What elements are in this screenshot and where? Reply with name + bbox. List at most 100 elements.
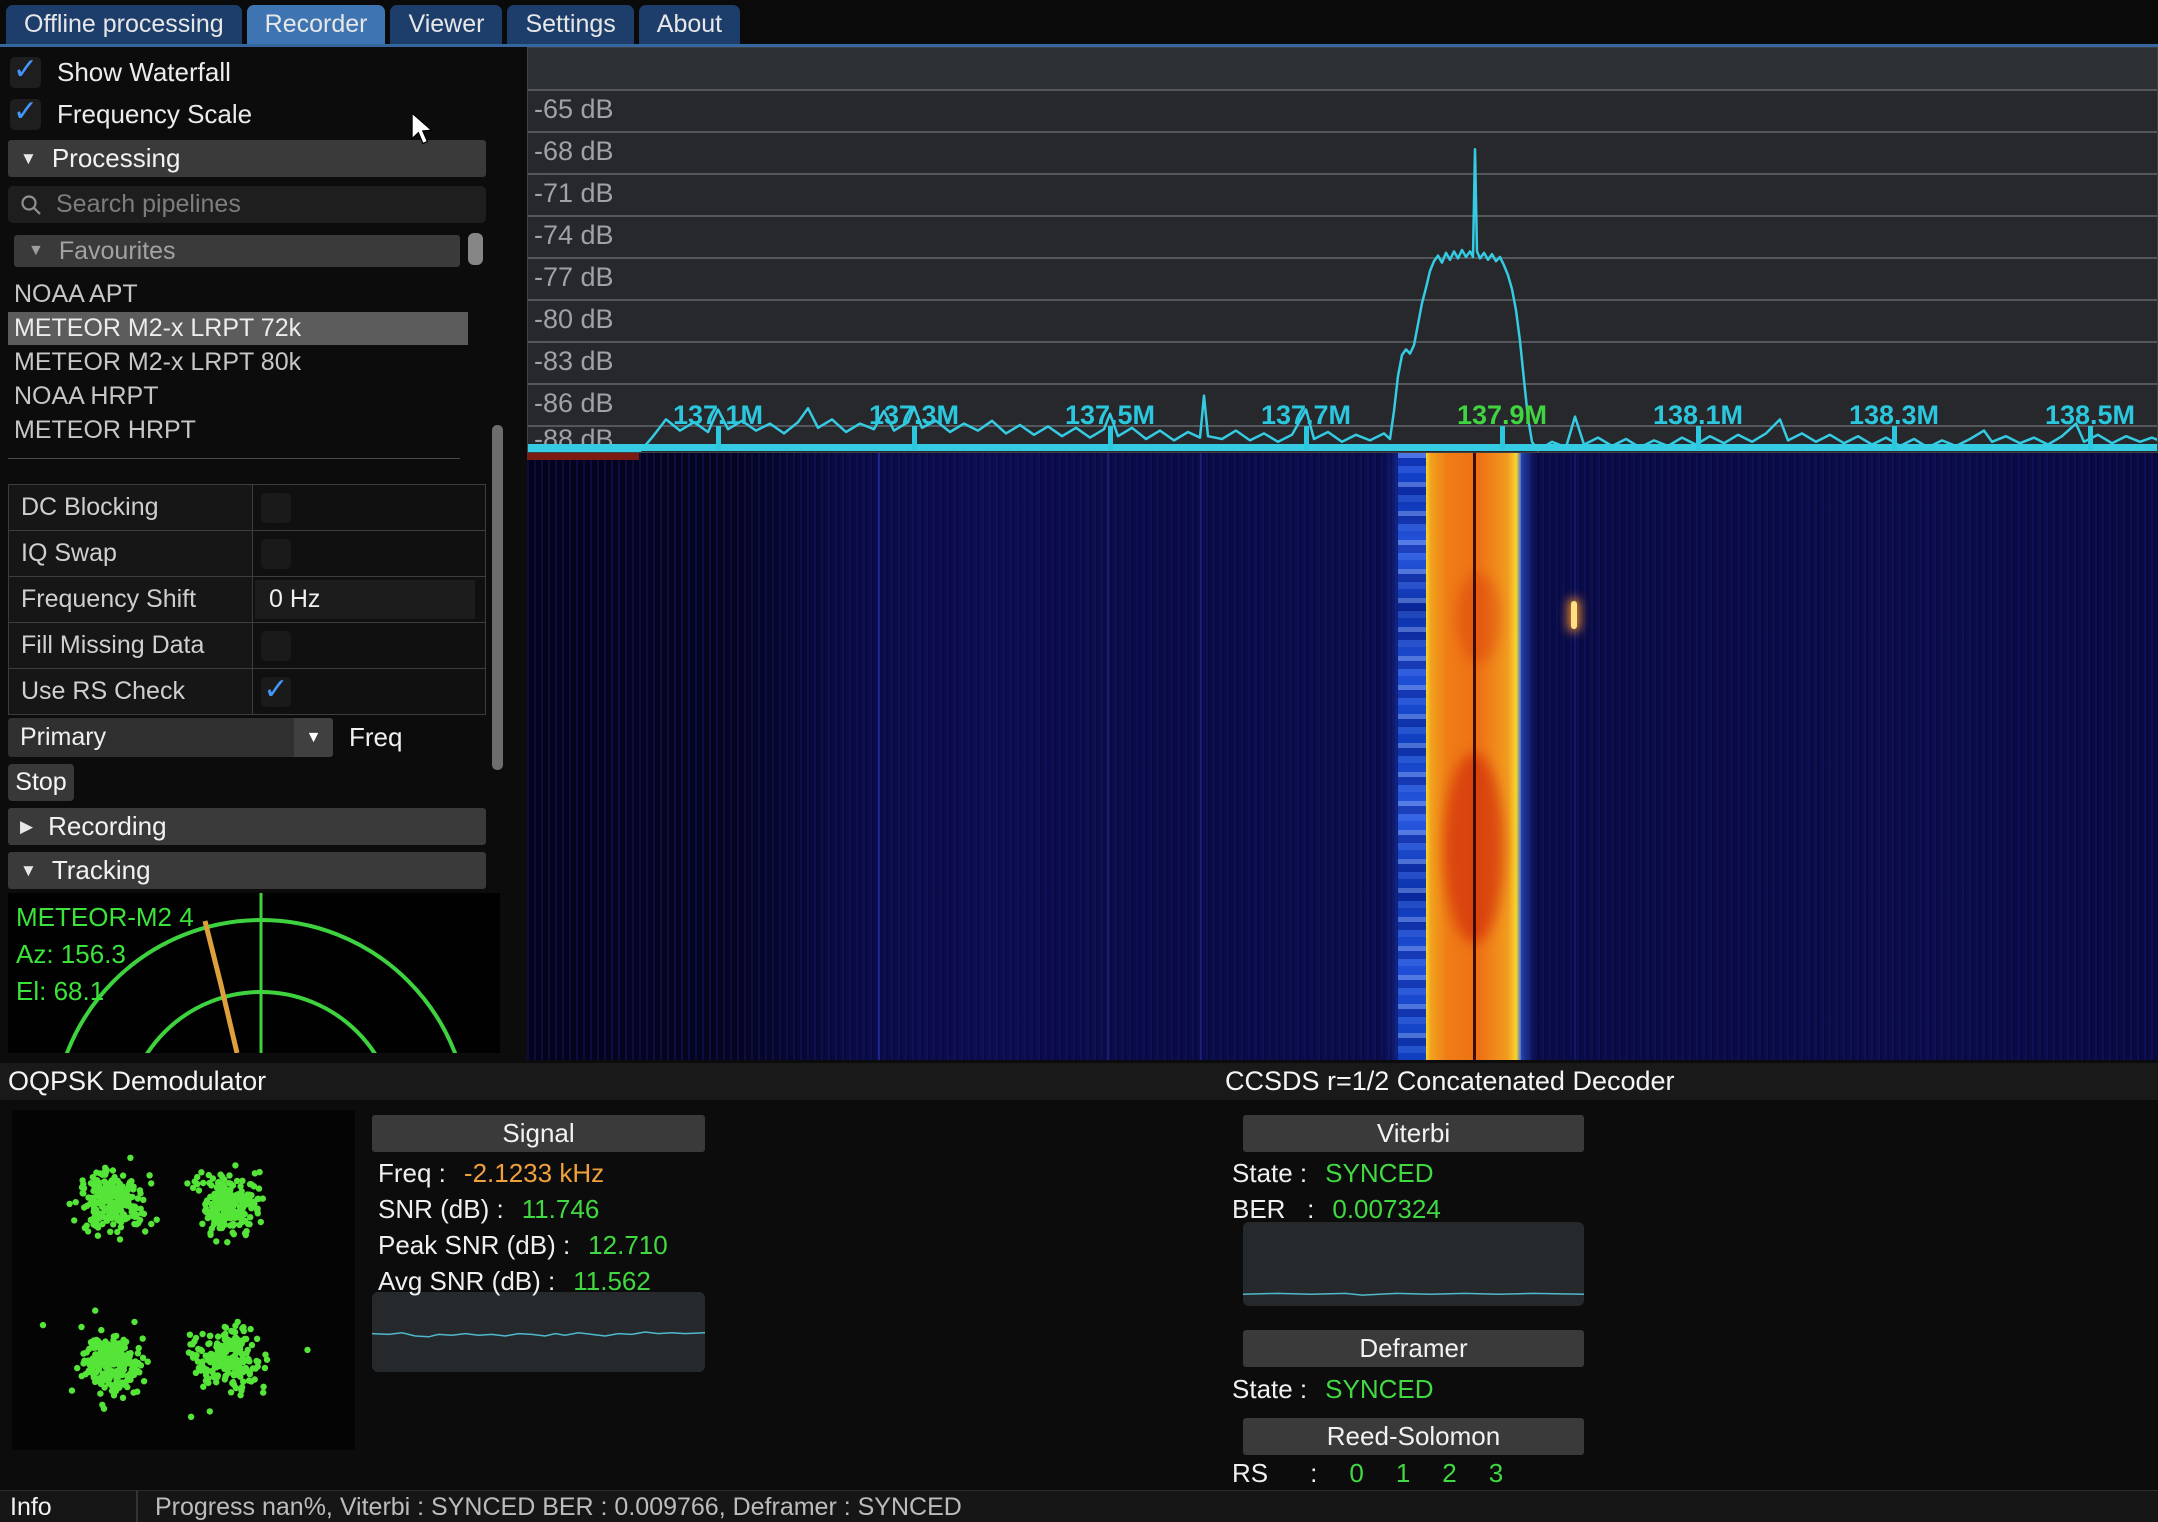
tracking-section-header[interactable]: ▼ Tracking bbox=[8, 852, 486, 889]
settings-label: Frequency Shift bbox=[9, 577, 253, 622]
reed-solomon-section-header: Reed-Solomon bbox=[1243, 1418, 1584, 1455]
rs-value: 3 bbox=[1489, 1458, 1503, 1488]
combo-arrow-button[interactable]: ▼ bbox=[294, 718, 333, 757]
search-icon bbox=[20, 194, 42, 216]
recording-header-label: Recording bbox=[48, 811, 167, 842]
tab-offline-processing[interactable]: Offline processing bbox=[6, 5, 242, 44]
processing-section-header[interactable]: ▼ Processing bbox=[8, 140, 486, 177]
settings-row: Frequency Shift0 Hz bbox=[9, 577, 485, 623]
rs-colon: : bbox=[1310, 1458, 1317, 1489]
waterfall-hot-blotch bbox=[1456, 573, 1501, 663]
signal-stat-value: 12.710 bbox=[588, 1230, 668, 1261]
frequency-scale-checkbox[interactable]: ✓ bbox=[10, 99, 41, 130]
pipeline-list-scrollbar[interactable] bbox=[468, 233, 483, 265]
source-select[interactable]: Primary ▼ bbox=[8, 718, 333, 757]
tab-settings[interactable]: Settings bbox=[507, 5, 633, 44]
fft-frequency-tick bbox=[1304, 426, 1309, 450]
signal-stat-value: 11.746 bbox=[522, 1194, 600, 1225]
tracking-header-label: Tracking bbox=[52, 855, 151, 886]
tracking-info: METEOR-M2 4 Az: 156.3 El: 68.1 bbox=[16, 899, 194, 1010]
satellite-track-line bbox=[205, 921, 237, 1053]
status-bar-divider bbox=[136, 1491, 138, 1522]
decoder-title: CCSDS r=1/2 Concatenated Decoder bbox=[1225, 1066, 1675, 1097]
tab-viewer[interactable]: Viewer bbox=[390, 5, 502, 44]
frequency-scale-row: ✓ Frequency Scale bbox=[10, 97, 252, 131]
reed-solomon-results-row: RS : 0123 bbox=[1232, 1458, 1503, 1489]
rs-value: 1 bbox=[1396, 1458, 1410, 1488]
signal-stat-row: Avg SNR (dB) :11.562 bbox=[378, 1266, 651, 1297]
fft-frequency-tick bbox=[1108, 426, 1113, 450]
main-tab-bar: Offline processingRecorderViewerSettings… bbox=[0, 0, 2158, 44]
fft-frequency-tick bbox=[716, 426, 721, 450]
reed-solomon-header-label: Reed-Solomon bbox=[1327, 1421, 1500, 1452]
pipeline-item[interactable]: NOAA HRPT bbox=[8, 380, 468, 413]
status-bar-message: Progress nan%, Viterbi : SYNCED BER : 0.… bbox=[155, 1493, 962, 1522]
demodulator-title: OQPSK Demodulator bbox=[8, 1066, 266, 1097]
viterbi-state-value: SYNCED bbox=[1325, 1158, 1433, 1189]
signal-stat-value: 11.562 bbox=[573, 1266, 651, 1297]
viterbi-section-header: Viterbi bbox=[1243, 1115, 1584, 1152]
signal-section-header: Signal bbox=[372, 1115, 705, 1152]
elevation-value: El: 68.1 bbox=[16, 973, 194, 1010]
viterbi-ber-label: BER : bbox=[1232, 1194, 1314, 1225]
status-bar: Info Progress nan%, Viterbi : SYNCED BER… bbox=[0, 1490, 2158, 1522]
check-icon: ✓ bbox=[13, 55, 38, 85]
show-waterfall-checkbox[interactable]: ✓ bbox=[10, 57, 41, 88]
fft-frequency-tick bbox=[2088, 426, 2093, 450]
frequency-scale-label: Frequency Scale bbox=[57, 99, 252, 130]
deframer-state-value: SYNCED bbox=[1325, 1374, 1433, 1405]
signal-stat-row: Freq :-2.1233 kHz bbox=[378, 1158, 604, 1189]
waterfall-faint-line bbox=[1200, 453, 1202, 1060]
waterfall-faint-line bbox=[1574, 453, 1576, 1060]
pipeline-list: ▼ Favourites NOAA APTMETEOR M2-x LRPT 72… bbox=[8, 230, 486, 458]
pipeline-item[interactable]: NOAA APT bbox=[8, 278, 468, 311]
signal-stat-row: SNR (dB) : 11.746 bbox=[378, 1194, 599, 1225]
favourites-section-header[interactable]: ▼ Favourites bbox=[14, 235, 460, 267]
stop-button[interactable]: Stop bbox=[8, 764, 74, 801]
settings-value-cell bbox=[253, 623, 485, 668]
settings-checkbox[interactable] bbox=[261, 631, 291, 661]
viterbi-header-label: Viterbi bbox=[1377, 1118, 1450, 1149]
signal-stat-label: SNR (dB) : bbox=[378, 1194, 504, 1225]
waterfall-band-fade bbox=[1521, 453, 1535, 1060]
tracking-polar-plot: METEOR-M2 4 Az: 156.3 El: 68.1 bbox=[8, 893, 500, 1053]
signal-stat-label: Freq : bbox=[378, 1158, 446, 1189]
fft-frequency-tick bbox=[1696, 426, 1701, 450]
chevron-right-icon: ▶ bbox=[20, 817, 33, 837]
show-waterfall-row: ✓ Show Waterfall bbox=[10, 55, 231, 89]
fft-frequency-tick bbox=[912, 426, 917, 450]
check-icon: ✓ bbox=[263, 675, 288, 705]
chevron-down-icon: ▼ bbox=[306, 729, 322, 747]
settings-value-cell: 0 Hz bbox=[253, 577, 485, 622]
sidebar: ✓ Show Waterfall ✓ Frequency Scale ▼ Pro… bbox=[0, 47, 507, 1060]
viterbi-ber-row: BER : 0.007324 bbox=[1232, 1194, 1441, 1225]
deframer-state-label: State : bbox=[1232, 1374, 1307, 1405]
pipeline-search-box[interactable] bbox=[8, 186, 486, 223]
pipeline-item[interactable]: METEOR M2-x LRPT 72k bbox=[8, 312, 468, 345]
settings-checkbox[interactable] bbox=[261, 493, 291, 523]
viterbi-state-label: State : bbox=[1232, 1158, 1307, 1189]
deframer-section-header: Deframer bbox=[1243, 1330, 1584, 1367]
viterbi-ber-value: 0.007324 bbox=[1332, 1194, 1440, 1225]
chevron-down-icon: ▼ bbox=[28, 242, 44, 260]
settings-label: Fill Missing Data bbox=[9, 623, 253, 668]
waterfall-faint-line bbox=[878, 453, 880, 1060]
divider bbox=[8, 458, 460, 459]
rs-value: 2 bbox=[1442, 1458, 1456, 1488]
tracked-satellite-name: METEOR-M2 4 bbox=[16, 899, 194, 936]
show-waterfall-label: Show Waterfall bbox=[57, 57, 231, 88]
recording-section-header[interactable]: ▶ Recording bbox=[8, 808, 486, 845]
search-input[interactable] bbox=[54, 189, 458, 220]
signal-stat-row: Peak SNR (dB) :12.710 bbox=[378, 1230, 668, 1261]
pipeline-item[interactable]: METEOR HRPT bbox=[8, 414, 468, 447]
settings-checkbox[interactable]: ✓ bbox=[261, 677, 291, 707]
waterfall-noise-texture bbox=[527, 453, 2158, 1060]
fft-spectrum-plot[interactable]: -65 dB-68 dB-71 dB-74 dB-77 dB-80 dB-83 … bbox=[527, 47, 2158, 453]
bottom-panel-titles: OQPSK Demodulator CCSDS r=1/2 Concatenat… bbox=[0, 1063, 2158, 1100]
tab-about[interactable]: About bbox=[639, 5, 740, 44]
settings-checkbox[interactable] bbox=[261, 539, 291, 569]
tab-recorder[interactable]: Recorder bbox=[247, 5, 386, 44]
settings-value-cell: ✓ bbox=[253, 669, 485, 714]
frequency-shift-input[interactable]: 0 Hz bbox=[255, 580, 475, 619]
pipeline-item[interactable]: METEOR M2-x LRPT 80k bbox=[8, 346, 468, 379]
